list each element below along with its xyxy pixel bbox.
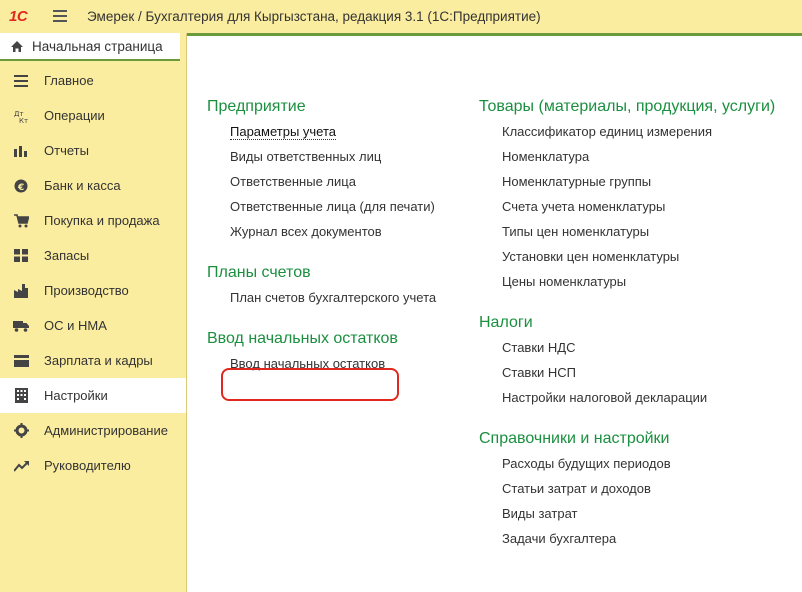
link-responsible-persons-print[interactable]: Ответственные лица (для печати): [230, 194, 436, 219]
link-accounting-parameters[interactable]: Параметры учета: [230, 119, 436, 144]
sidebar-item-label: Зарплата и кадры: [44, 353, 153, 368]
group-links-enterprise: Параметры учета Виды ответственных лиц О…: [230, 119, 436, 244]
sidebar: Начальная страница Главное Дт Кт Операции…: [0, 33, 187, 592]
link-responsible-person-types[interactable]: Виды ответственных лиц: [230, 144, 436, 169]
section-nav: Главное Дт Кт Операции Отчеты € Банк и ка…: [0, 63, 186, 483]
link-tax-declaration-settings[interactable]: Настройки налоговой декларации: [502, 385, 775, 410]
link-deferred-expenses[interactable]: Расходы будущих периодов: [502, 451, 775, 476]
link-nomenclature-groups[interactable]: Номенклатурные группы: [502, 169, 775, 194]
hamburger-menu-icon[interactable]: [53, 10, 67, 22]
wallet-icon: [13, 353, 29, 369]
bar-chart-icon: [13, 143, 29, 159]
link-opening-balances[interactable]: Ввод начальных остатков: [230, 351, 436, 376]
group-links-taxes: Ставки НДС Ставки НСП Настройки налогово…: [502, 335, 775, 410]
group-links-charts-of-accounts: План счетов бухгалтерского учета: [230, 285, 436, 310]
settings-page: Предприятие Параметры учета Виды ответст…: [187, 33, 802, 592]
svg-text:Кт: Кт: [19, 117, 28, 123]
window-title: Эмерек / Бухгалтерия для Кыргызстана, ре…: [87, 9, 541, 24]
sidebar-item-bank[interactable]: € Банк и касса: [0, 168, 186, 203]
title-bar: 1С Эмерек / Бухгалтерия для Кыргызстана,…: [0, 0, 802, 33]
link-nsp-rates[interactable]: Ставки НСП: [502, 360, 775, 385]
sidebar-item-operations[interactable]: Дт Кт Операции: [0, 98, 186, 133]
home-page-label: Начальная страница: [32, 38, 163, 54]
sidebar-item-label: Администрирование: [44, 423, 168, 438]
sidebar-item-salary[interactable]: Зарплата и кадры: [0, 343, 186, 378]
link-documents-journal[interactable]: Журнал всех документов: [230, 219, 436, 244]
link-accounting-parameters-label: Параметры учета: [230, 124, 337, 140]
group-title-goods: Товары (материалы, продукция, услуги): [479, 98, 776, 115]
group-links-goods: Классификатор единиц измерения Номенклат…: [502, 119, 775, 294]
link-responsible-persons[interactable]: Ответственные лица: [230, 169, 436, 194]
sidebar-item-label: ОС и НМА: [44, 318, 107, 333]
coin-icon: €: [13, 178, 29, 194]
sidebar-item-administration[interactable]: Администрирование: [0, 413, 186, 448]
factory-icon: [13, 283, 29, 299]
sidebar-item-purchases-sales[interactable]: Покупка и продажа: [0, 203, 186, 238]
sidebar-item-main[interactable]: Главное: [0, 63, 186, 98]
tab-indicator-line: [187, 33, 802, 36]
home-page-tab[interactable]: Начальная страница: [0, 33, 180, 61]
link-cost-types[interactable]: Виды затрат: [502, 501, 775, 526]
cart-icon: [13, 213, 29, 229]
list-icon: [13, 73, 29, 89]
gear-icon: [13, 423, 29, 439]
link-nomenclature-accounts[interactable]: Счета учета номенклатуры: [502, 194, 775, 219]
group-title-opening-balances: Ввод начальных остатков: [207, 330, 398, 347]
link-prices[interactable]: Цены номенклатуры: [502, 269, 775, 294]
link-vat-rates[interactable]: Ставки НДС: [502, 335, 775, 360]
sidebar-item-label: Банк и касса: [44, 178, 121, 193]
group-title-taxes: Налоги: [479, 314, 533, 331]
sidebar-item-stock[interactable]: Запасы: [0, 238, 186, 273]
sidebar-item-label: Главное: [44, 73, 94, 88]
trend-icon: [13, 458, 29, 474]
sidebar-item-fixed-assets[interactable]: ОС и НМА: [0, 308, 186, 343]
group-title-charts-of-accounts: Планы счетов: [207, 264, 311, 281]
group-links-references: Расходы будущих периодов Статьи затрат и…: [502, 451, 775, 551]
right-column: Товары (материалы, продукция, услуги) Кл…: [479, 94, 775, 567]
link-units-classifier[interactable]: Классификатор единиц измерения: [502, 119, 775, 144]
group-links-opening-balances: Ввод начальных остатков: [230, 351, 436, 376]
sidebar-item-reports[interactable]: Отчеты: [0, 133, 186, 168]
operations-icon: Дт Кт: [13, 108, 29, 124]
sidebar-item-management[interactable]: Руководителю: [0, 448, 186, 483]
group-title-references: Справочники и настройки: [479, 430, 670, 447]
link-nomenclature[interactable]: Номенклатура: [502, 144, 775, 169]
sidebar-item-label: Операции: [44, 108, 105, 123]
1c-logo: 1С: [9, 8, 28, 25]
svg-text:€: €: [17, 183, 24, 193]
link-price-types[interactable]: Типы цен номенклатуры: [502, 219, 775, 244]
sidebar-item-label: Производство: [44, 283, 129, 298]
building-icon: [13, 388, 29, 404]
group-title-enterprise: Предприятие: [207, 98, 306, 115]
link-accountant-tasks[interactable]: Задачи бухгалтера: [502, 526, 775, 551]
link-price-settings[interactable]: Установки цен номенклатуры: [502, 244, 775, 269]
sidebar-item-label: Покупка и продажа: [44, 213, 160, 228]
link-cost-income-items[interactable]: Статьи затрат и доходов: [502, 476, 775, 501]
home-icon: [11, 40, 23, 52]
sidebar-item-settings[interactable]: Настройки: [0, 378, 186, 413]
grid-icon: [13, 248, 29, 264]
sidebar-item-label: Отчеты: [44, 143, 89, 158]
left-column: Предприятие Параметры учета Виды ответст…: [207, 94, 436, 392]
sidebar-item-production[interactable]: Производство: [0, 273, 186, 308]
sidebar-item-label: Запасы: [44, 248, 90, 263]
sidebar-item-label: Настройки: [44, 388, 108, 403]
sidebar-item-label: Руководителю: [44, 458, 131, 473]
truck-icon: [13, 318, 29, 334]
link-chart-of-accounts[interactable]: План счетов бухгалтерского учета: [230, 285, 436, 310]
